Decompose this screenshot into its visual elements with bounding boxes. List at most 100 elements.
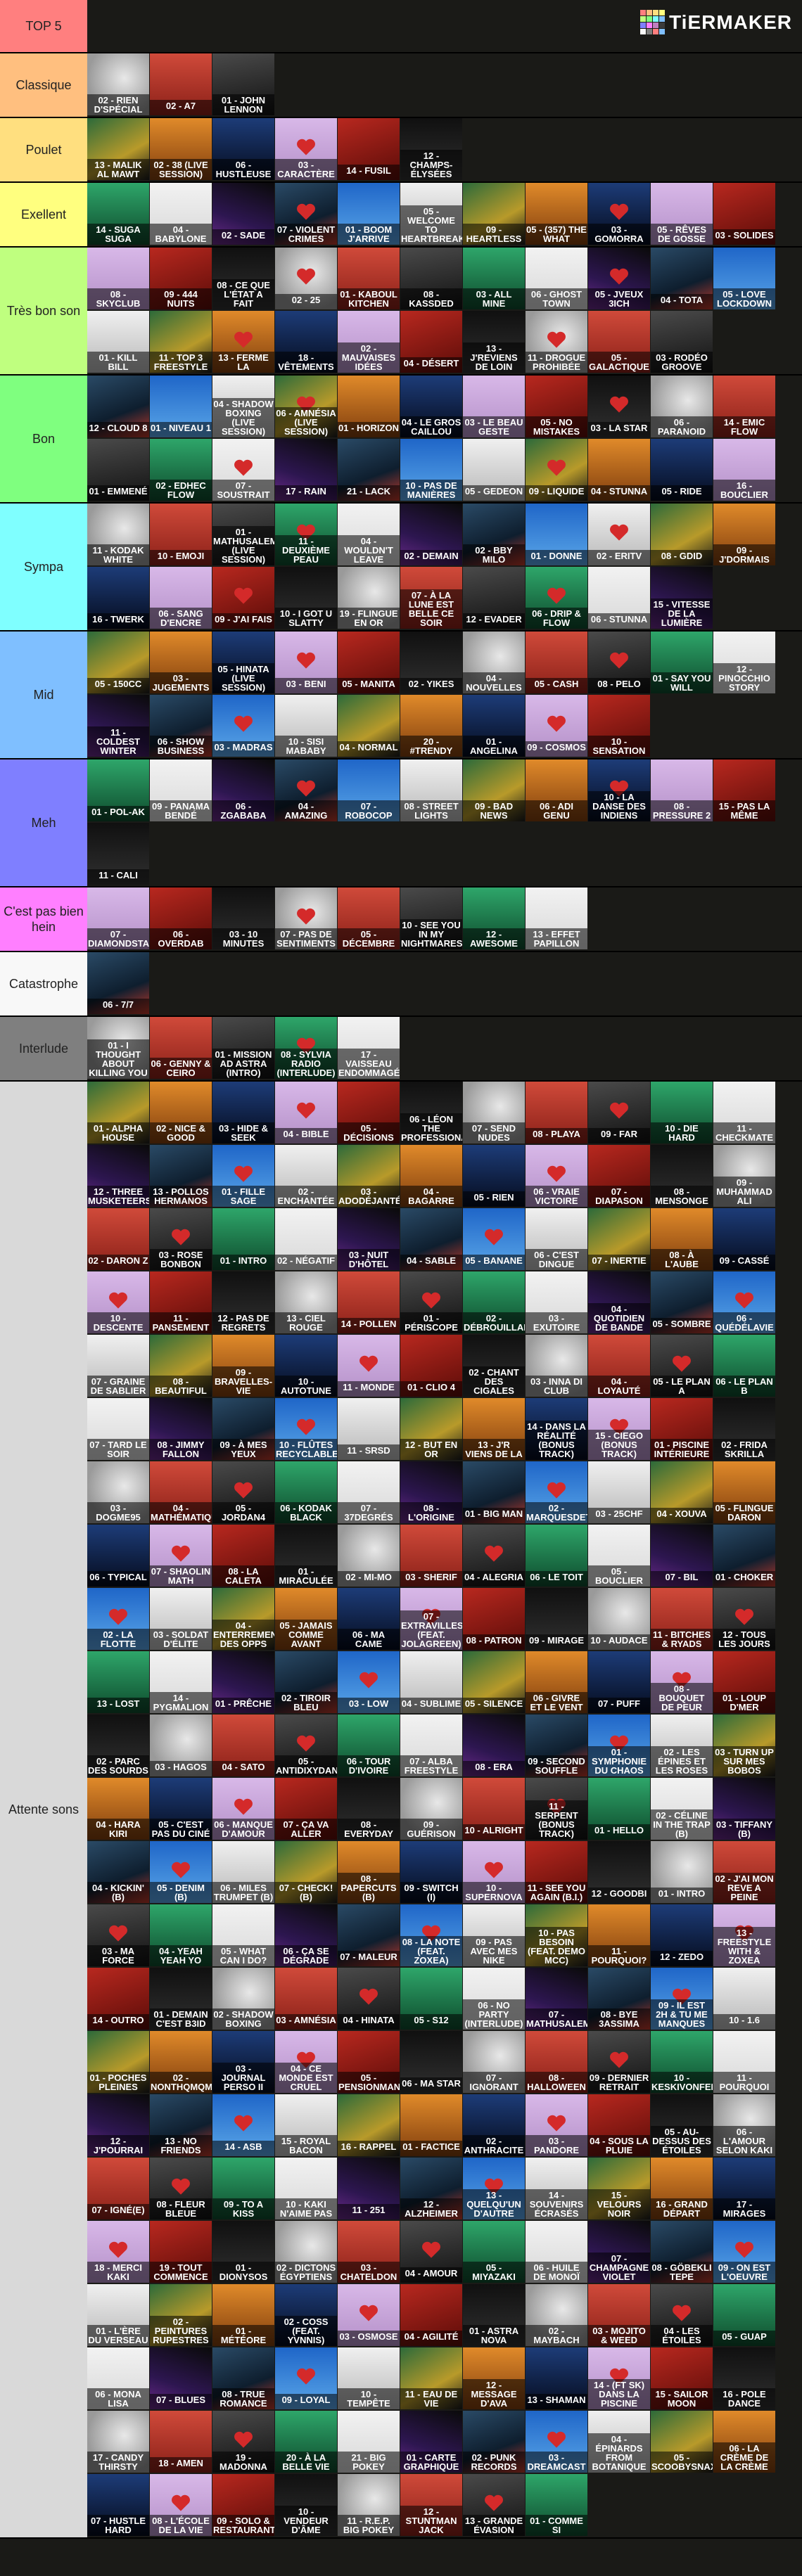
album-cover-tile[interactable]: 01 - LOUP D'MER xyxy=(713,1651,775,1713)
album-cover-tile[interactable]: 12 - MESSAGE D'AVA xyxy=(463,2347,525,2409)
album-cover-tile[interactable]: 10 - KESKIVONFER xyxy=(651,2031,713,2093)
album-cover-tile[interactable]: 06 - OVERDAB xyxy=(150,887,212,949)
album-cover-tile[interactable]: 06 - MONA LISA xyxy=(87,2347,149,2409)
album-cover-tile[interactable]: 15 - PAS LA MÊME xyxy=(713,760,775,821)
album-cover-tile[interactable]: 12 - BUT EN OR xyxy=(400,1398,462,1460)
album-cover-tile[interactable]: 06 - STUNNA xyxy=(588,567,650,629)
album-cover-tile[interactable]: 09 - IL EST 2H & TU ME MANQUES xyxy=(651,1968,713,2030)
album-cover-tile[interactable]: 10 - SENSATION xyxy=(588,695,650,757)
album-cover-tile[interactable]: 02 - BBY MILO xyxy=(463,504,525,565)
album-cover-tile[interactable]: 10 - KAKI N'AIME PAS xyxy=(275,2158,337,2219)
album-cover-tile[interactable]: 08 - LA NOTE (FEAT. ZOXEA) xyxy=(400,1904,462,1966)
album-cover-tile[interactable]: 05 - LE PLAN A xyxy=(651,1335,713,1397)
album-cover-tile[interactable]: 02 - DÉBROUILLARD xyxy=(463,1271,525,1333)
album-cover-tile[interactable]: 06 - DRIP & FLOW xyxy=(526,567,587,629)
album-cover-tile[interactable]: 11 - SERPENT (BONUS TRACK) xyxy=(526,1778,587,1840)
album-cover-tile[interactable]: 07 - ROBOCOP xyxy=(338,760,400,821)
album-cover-tile[interactable]: 04 - NORMAL xyxy=(338,695,400,757)
album-cover-tile[interactable]: 08 - PAPERCUTS (B) xyxy=(338,1841,400,1903)
album-cover-tile[interactable]: 07 - INERTIE xyxy=(588,1208,650,1270)
album-cover-tile[interactable]: 02 - NICE & GOOD xyxy=(150,1082,212,1143)
album-cover-tile[interactable]: 03 - OSMOSE xyxy=(338,2284,400,2346)
album-cover-tile[interactable]: 02 - J'AI MON REVE A PEINE xyxy=(713,1841,775,1903)
album-cover-tile[interactable]: 02 - CÉLINE IN THE TRAP (B) xyxy=(651,1778,713,1840)
album-cover-tile[interactable]: 14 - FUSIL xyxy=(338,118,400,180)
album-cover-tile[interactable]: 06 - LE PLAN B xyxy=(713,1335,775,1397)
album-cover-tile[interactable]: 13 - J'R VIENS DE LA xyxy=(463,1398,525,1460)
album-cover-tile[interactable]: 01 - DIONYSOS xyxy=(212,2221,274,2283)
album-cover-tile[interactable]: 13 - LOST xyxy=(87,1651,149,1713)
album-cover-tile[interactable]: 03 - DOGME95 xyxy=(87,1461,149,1523)
album-cover-tile[interactable]: 17 - CANDY THIRSTY xyxy=(87,2411,149,2473)
album-cover-tile[interactable]: 05 - GALACTIQUE xyxy=(588,311,650,373)
album-cover-tile[interactable]: 18 - VÊTEMENTS xyxy=(275,311,337,373)
album-cover-tile[interactable]: 02 - DARON Z xyxy=(87,1208,149,1270)
album-cover-tile[interactable]: 15 - VITESSE DE LA LUMIÈRE xyxy=(651,567,713,629)
album-cover-tile[interactable]: 04 - BABYLONE xyxy=(150,183,212,245)
album-cover-tile[interactable]: 03 - LE BEAU GESTE xyxy=(463,376,525,437)
album-cover-tile[interactable]: 03 - LOW xyxy=(338,1651,400,1713)
album-cover-tile[interactable]: 01 - POL-AK xyxy=(87,760,149,821)
album-cover-tile[interactable]: 05 - SCOOBYSNAXX xyxy=(651,2411,713,2473)
album-cover-tile[interactable]: 06 - GHOST TOWN xyxy=(526,248,587,309)
album-cover-tile[interactable]: 01 - HORIZON xyxy=(338,376,400,437)
album-cover-tile[interactable]: 07 - CHAMPAGNE VIOLET xyxy=(588,2221,650,2283)
album-cover-tile[interactable]: 01 - DEMAIN C'EST B3ID xyxy=(150,1968,212,2030)
album-cover-tile[interactable]: 02 - 38 (LIVE SESSION) xyxy=(150,118,212,180)
album-cover-tile[interactable]: 05 - BANANE xyxy=(463,1208,525,1270)
album-cover-tile[interactable]: 04 - LOYAUTÉ xyxy=(588,1335,650,1397)
album-cover-tile[interactable]: 01 - PRÊCHE xyxy=(212,1651,274,1713)
album-cover-tile[interactable]: 04 - ÉPINARDS FROM BOTANIQUE xyxy=(588,2411,650,2473)
album-cover-tile[interactable]: 01 - SYMPHONIE DU CHAOS xyxy=(588,1715,650,1776)
album-cover-tile[interactable]: 01 - KABOUL KITCHEN xyxy=(338,248,400,309)
album-cover-tile[interactable]: 20 - À LA BELLE VIE xyxy=(275,2411,337,2473)
album-cover-tile[interactable]: 05 - WELCOME TO HEARTBREAK xyxy=(400,183,462,245)
tier-label[interactable]: Sympa xyxy=(0,504,87,630)
album-cover-tile[interactable]: 09 - ON EST L'OEUVRE xyxy=(713,2221,775,2283)
album-cover-tile[interactable]: 13 - GRANDE ÉVASION xyxy=(463,2474,525,2536)
album-cover-tile[interactable]: 14 - DANS LA RÉALITÉ (BONUS TRACK) xyxy=(526,1398,587,1460)
album-cover-tile[interactable]: 07 - À LA LUNE EST BELLE CE SOIR xyxy=(400,567,462,629)
album-cover-tile[interactable]: 02 - COSS (FEAT. YVNNIS) xyxy=(275,2284,337,2346)
album-cover-tile[interactable]: 08 - CE QUE L'ÉTAT A FAIT xyxy=(212,248,274,309)
album-cover-tile[interactable]: 10 - I GOT U SLATTY xyxy=(275,567,337,629)
album-cover-tile[interactable]: 03 - CARACTÈRE xyxy=(275,118,337,180)
album-cover-tile[interactable]: 03 - TIFFANY (B) xyxy=(713,1778,775,1840)
album-cover-tile[interactable]: 14 - ASB xyxy=(212,2094,274,2156)
album-cover-tile[interactable]: 09 - SOLO & RESTAURANT xyxy=(212,2474,274,2536)
album-cover-tile[interactable]: 13 - FREESTYLE WITH & ZOXEA xyxy=(713,1904,775,1966)
album-cover-tile[interactable]: 10 - FLÛTES RECYCLABLES xyxy=(275,1398,337,1460)
album-cover-tile[interactable]: 11 - 251 xyxy=(338,2158,400,2219)
tier-label[interactable]: C'est pas bien hein xyxy=(0,887,87,951)
album-cover-tile[interactable]: 10 - PAS BESOIN (FEAT. DEMO MCC) xyxy=(526,1904,587,1966)
album-cover-tile[interactable]: 01 - MATHUSALEM (LIVE SESSION) xyxy=(212,504,274,565)
album-cover-tile[interactable]: 02 - LA FLOTTE xyxy=(87,1588,149,1650)
tier-label[interactable]: Poulet xyxy=(0,118,87,181)
album-cover-tile[interactable]: 05 - GUAP xyxy=(713,2284,775,2346)
album-cover-tile[interactable]: 11 - DEUXIÈME PEAU xyxy=(275,504,337,565)
album-cover-tile[interactable]: 06 - MANQUE D'AMOUR xyxy=(212,1778,274,1840)
album-cover-tile[interactable]: 05 - JAMAIS COMME AVANT xyxy=(275,1588,337,1650)
album-cover-tile[interactable]: 08 - KASSDED xyxy=(400,248,462,309)
album-cover-tile[interactable]: 01 - FILLE SAGE xyxy=(212,1145,274,1207)
album-cover-tile[interactable]: 06 - MILES TRUMPET (B) xyxy=(212,1841,274,1903)
album-cover-tile[interactable]: 05 - DÉCEMBRE xyxy=(338,887,400,949)
album-cover-tile[interactable]: 16 - GRAND DÉPART xyxy=(651,2158,713,2219)
album-cover-tile[interactable]: 11 - CHECKMATE xyxy=(713,1082,775,1143)
album-cover-tile[interactable]: 09 - TO A KISS xyxy=(212,2158,274,2219)
album-cover-tile[interactable]: 16 - POLE DANCE xyxy=(713,2347,775,2409)
tier-label[interactable]: Bon xyxy=(0,376,87,502)
album-cover-tile[interactable]: 04 - LE GROS CAILLOU xyxy=(400,376,462,437)
album-cover-tile[interactable]: 04 - SHADOW BOXING (LIVE SESSION) xyxy=(212,376,274,437)
album-cover-tile[interactable]: 06 - KODAK BLACK xyxy=(275,1461,337,1523)
album-cover-tile[interactable]: 05 - 150CC xyxy=(87,632,149,693)
album-cover-tile[interactable]: 05 - (357) THE WHAT xyxy=(526,183,587,245)
album-cover-tile[interactable]: 04 - BIBLE xyxy=(275,1082,337,1143)
album-cover-tile[interactable]: 09 - J'DORMAIS xyxy=(713,504,775,565)
album-cover-tile[interactable]: 12 - PINOCCHIO STORY xyxy=(713,632,775,693)
album-cover-tile[interactable]: 02 - PARC DES SOURDS xyxy=(87,1715,149,1776)
album-cover-tile[interactable]: 09 - FAR xyxy=(588,1082,650,1143)
album-cover-tile[interactable]: 15 - SAILOR MOON xyxy=(651,2347,713,2409)
album-cover-tile[interactable]: 04 - SUBLIME xyxy=(400,1651,462,1713)
album-cover-tile[interactable]: 08 - L'ORIGINE xyxy=(400,1461,462,1523)
